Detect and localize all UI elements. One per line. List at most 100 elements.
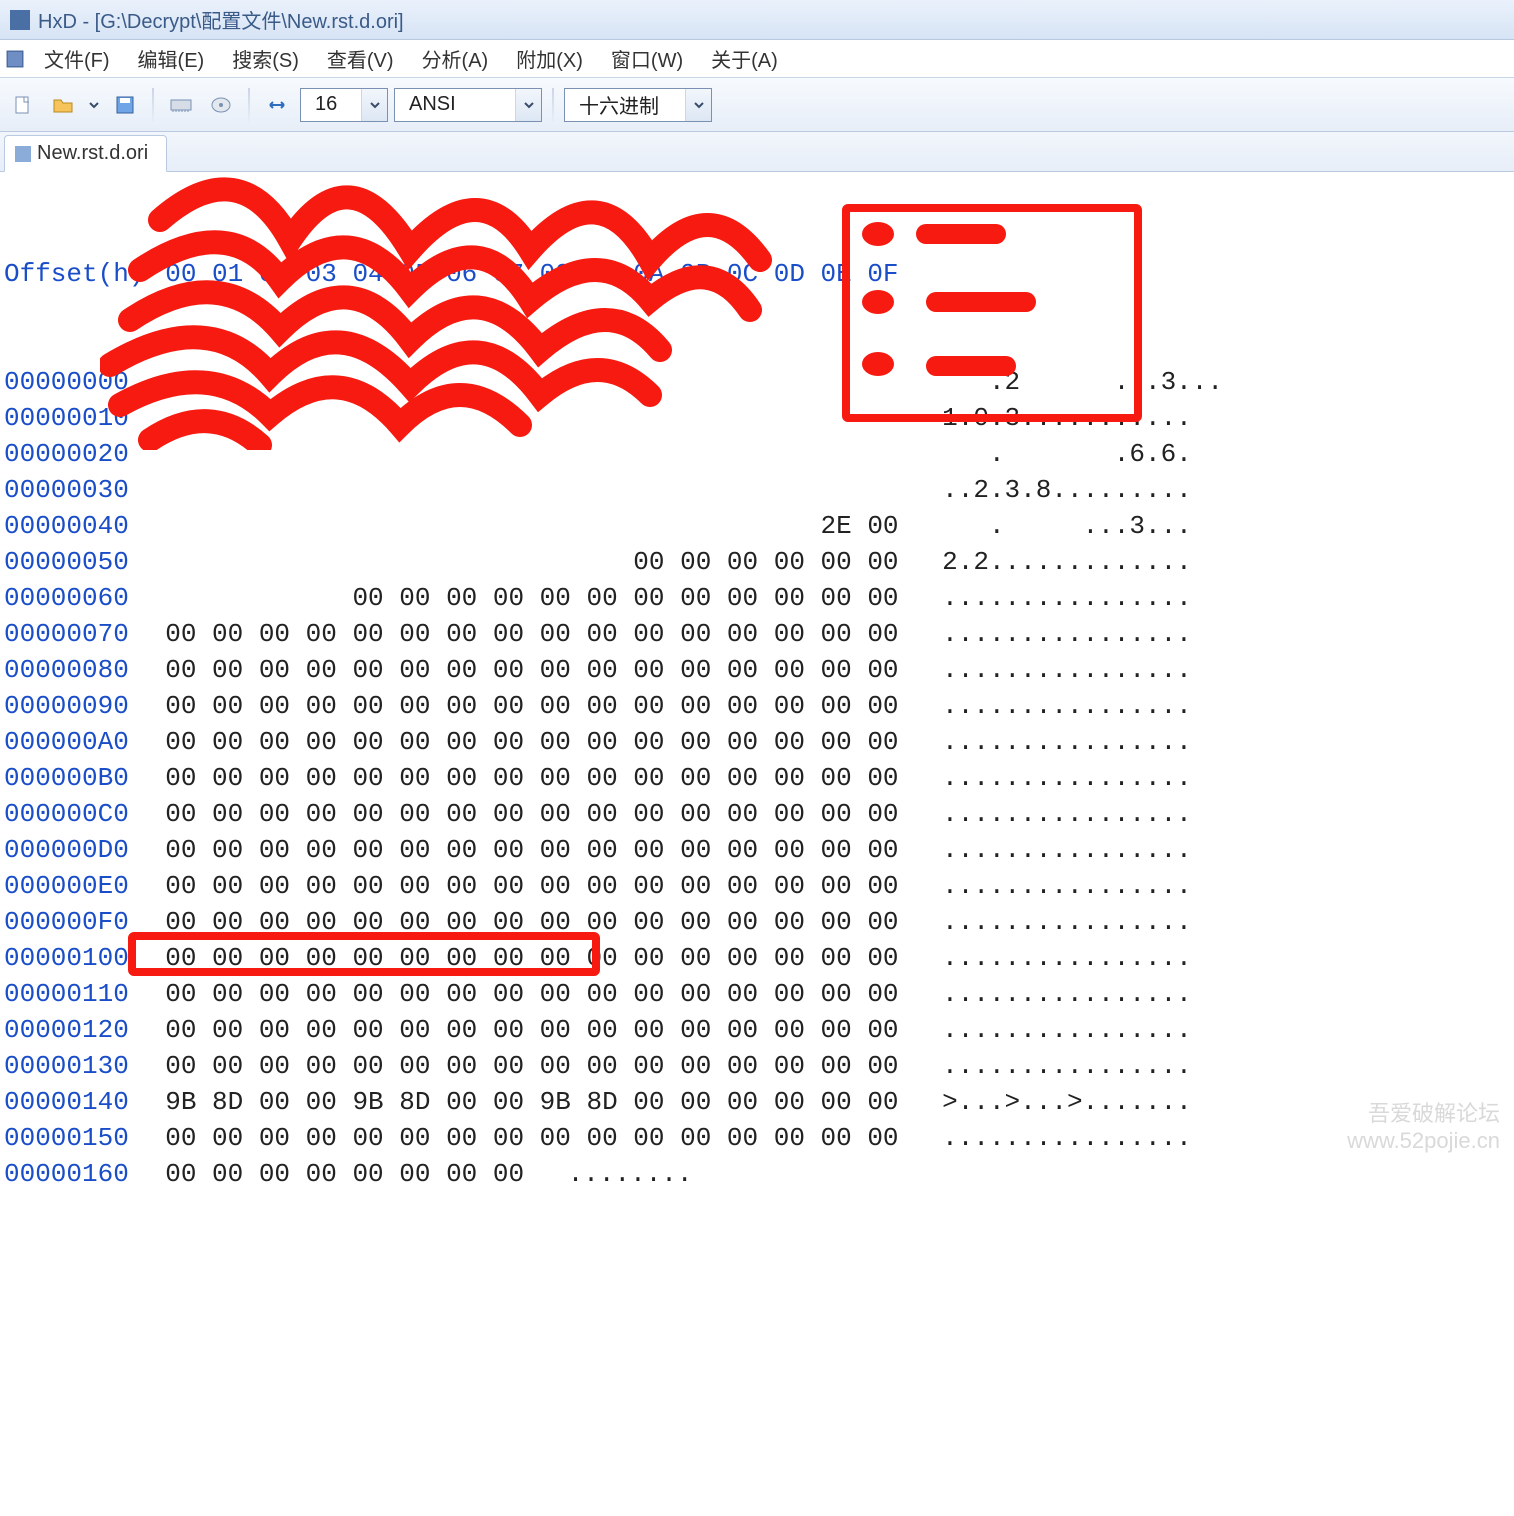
hex-ascii[interactable]: .2 ...3... bbox=[942, 364, 1223, 400]
hex-ascii[interactable]: ................ bbox=[942, 1048, 1192, 1084]
hex-ascii[interactable]: ................ bbox=[942, 616, 1192, 652]
hex-ascii[interactable]: ................ bbox=[942, 1012, 1192, 1048]
hex-bytes[interactable]: 00 00 00 00 00 00 00 00 00 00 00 00 00 0… bbox=[165, 1048, 914, 1084]
file-tab[interactable]: New.rst.d.ori bbox=[4, 135, 167, 172]
hex-row[interactable]: 00000050 00 00 00 00 00 00 2.2..........… bbox=[4, 544, 1514, 580]
hex-bytes[interactable]: 00 00 00 00 00 00 00 00 00 00 00 00 00 0… bbox=[165, 940, 914, 976]
hex-bytes[interactable]: 00 00 00 00 00 00 00 00 00 00 00 00 00 0… bbox=[165, 724, 914, 760]
hex-ascii[interactable]: ................ bbox=[942, 724, 1192, 760]
open-disk-button[interactable] bbox=[204, 88, 238, 122]
menu-analyze[interactable]: 分析(A) bbox=[408, 40, 503, 77]
hex-row[interactable]: 000000A0 00 00 00 00 00 00 00 00 00 00 0… bbox=[4, 724, 1514, 760]
hex-row[interactable]: 00000110 00 00 00 00 00 00 00 00 00 00 0… bbox=[4, 976, 1514, 1012]
hex-offset: 000000E0 bbox=[4, 868, 134, 904]
base-combobox[interactable]: 十六进制 bbox=[564, 88, 712, 122]
menu-search[interactable]: 搜索(S) bbox=[218, 40, 313, 77]
hex-row[interactable]: 000000C0 00 00 00 00 00 00 00 00 00 00 0… bbox=[4, 796, 1514, 832]
hex-offset: 00000000 bbox=[4, 364, 134, 400]
hex-row[interactable]: 00000120 00 00 00 00 00 00 00 00 00 00 0… bbox=[4, 1012, 1514, 1048]
menu-addon[interactable]: 附加(X) bbox=[502, 40, 597, 77]
hex-ascii[interactable]: ................ bbox=[942, 580, 1192, 616]
hex-bytes[interactable]: 00 00 00 00 00 00 bbox=[165, 544, 914, 580]
hex-header-row: Offset(h) 00 01 02 03 04 05 06 07 08 09 … bbox=[4, 256, 1514, 292]
hex-ascii[interactable]: . ...3... bbox=[942, 508, 1192, 544]
encoding-combobox[interactable]: ANSI bbox=[394, 88, 542, 122]
menu-view[interactable]: 查看(V) bbox=[313, 40, 408, 77]
hex-bytes[interactable]: 9B 8D 00 00 9B 8D 00 00 9B 8D 00 00 00 0… bbox=[165, 1084, 914, 1120]
hex-ascii[interactable]: ................ bbox=[942, 796, 1192, 832]
hex-bytes[interactable]: 00 00 00 00 00 00 00 00 00 00 00 00 00 0… bbox=[165, 652, 914, 688]
hex-ascii[interactable]: ........ bbox=[568, 1156, 693, 1192]
menu-about[interactable]: 关于(A) bbox=[697, 40, 792, 77]
toolbar-separator bbox=[248, 88, 250, 122]
hex-row[interactable]: 00000160 00 00 00 00 00 00 00 00 .......… bbox=[4, 1156, 1514, 1192]
hex-ascii[interactable]: ................ bbox=[942, 652, 1192, 688]
hex-bytes[interactable]: 00 00 00 00 00 00 00 00 00 00 00 00 00 0… bbox=[165, 868, 914, 904]
hex-bytes[interactable]: 00 00 00 00 00 00 00 00 00 00 00 00 00 0… bbox=[165, 1120, 914, 1156]
hex-offset: 00000040 bbox=[4, 508, 134, 544]
hex-bytes[interactable]: 00 00 00 00 00 00 00 00 00 00 00 00 00 0… bbox=[165, 796, 914, 832]
hex-row[interactable]: 00000060 00 00 00 00 00 00 00 00 00 00 0… bbox=[4, 580, 1514, 616]
hex-row[interactable]: 00000000 .2 ...3... bbox=[4, 364, 1514, 400]
watermark: 吾爱破解论坛 www.52pojie.cn bbox=[1347, 1101, 1500, 1154]
hex-ascii[interactable]: ................ bbox=[942, 760, 1192, 796]
hex-row[interactable]: 00000100 00 00 00 00 00 00 00 00 00 00 0… bbox=[4, 940, 1514, 976]
hex-bytes[interactable] bbox=[165, 400, 914, 436]
hex-bytes[interactable]: 00 00 00 00 00 00 00 00 bbox=[165, 1156, 539, 1192]
hex-ascii[interactable]: ................ bbox=[942, 688, 1192, 724]
bytes-per-row-combobox[interactable]: 16 bbox=[300, 88, 388, 122]
hex-ascii[interactable]: ................ bbox=[942, 940, 1192, 976]
hex-bytes[interactable]: 00 00 00 00 00 00 00 00 00 00 00 00 00 0… bbox=[165, 1012, 914, 1048]
toolbar-separator bbox=[552, 88, 554, 122]
hex-bytes[interactable]: 00 00 00 00 00 00 00 00 00 00 00 00 00 0… bbox=[165, 832, 914, 868]
open-file-button[interactable] bbox=[46, 88, 80, 122]
hex-row[interactable]: 00000070 00 00 00 00 00 00 00 00 00 00 0… bbox=[4, 616, 1514, 652]
hex-row[interactable]: 00000090 00 00 00 00 00 00 00 00 00 00 0… bbox=[4, 688, 1514, 724]
open-dropdown-button[interactable] bbox=[86, 88, 102, 122]
hex-bytes[interactable]: 00 00 00 00 00 00 00 00 00 00 00 00 00 0… bbox=[165, 616, 914, 652]
hex-editor[interactable]: Offset(h) 00 01 02 03 04 05 06 07 08 09 … bbox=[0, 172, 1514, 1516]
hex-ascii[interactable]: . .6.6. bbox=[942, 436, 1192, 472]
menu-window[interactable]: 窗口(W) bbox=[597, 40, 697, 77]
hex-bytes[interactable]: 00 00 00 00 00 00 00 00 00 00 00 00 00 0… bbox=[165, 904, 914, 940]
hex-ascii[interactable]: >...>...>....... bbox=[942, 1084, 1192, 1120]
hex-row[interactable]: 00000140 9B 8D 00 00 9B 8D 00 00 9B 8D 0… bbox=[4, 1084, 1514, 1120]
hex-ascii[interactable]: ................ bbox=[942, 832, 1192, 868]
hex-bytes[interactable] bbox=[165, 472, 914, 508]
hex-bytes[interactable] bbox=[165, 436, 914, 472]
hex-bytes[interactable] bbox=[165, 364, 914, 400]
menu-edit[interactable]: 编辑(E) bbox=[124, 40, 219, 77]
open-ram-button[interactable] bbox=[164, 88, 198, 122]
hex-row[interactable]: 00000010 1.0.3........... bbox=[4, 400, 1514, 436]
hex-row[interactable]: 000000D0 00 00 00 00 00 00 00 00 00 00 0… bbox=[4, 832, 1514, 868]
hex-ascii[interactable]: ................ bbox=[942, 868, 1192, 904]
hex-ascii[interactable]: ................ bbox=[942, 976, 1192, 1012]
hex-bytes[interactable]: 00 00 00 00 00 00 00 00 00 00 00 00 bbox=[165, 580, 914, 616]
hex-bytes[interactable]: 2E 00 bbox=[165, 508, 914, 544]
hex-ascii[interactable]: ................ bbox=[942, 1120, 1192, 1156]
hex-row[interactable]: 000000B0 00 00 00 00 00 00 00 00 00 00 0… bbox=[4, 760, 1514, 796]
hex-ascii[interactable]: 2.2............. bbox=[942, 544, 1192, 580]
hex-offset: 00000070 bbox=[4, 616, 134, 652]
menu-file[interactable]: 文件(F) bbox=[30, 40, 124, 77]
hex-row[interactable]: 00000040 2E 00 . ...3... bbox=[4, 508, 1514, 544]
hex-ascii[interactable]: ..2.3.8......... bbox=[942, 472, 1192, 508]
hex-row[interactable]: 00000130 00 00 00 00 00 00 00 00 00 00 0… bbox=[4, 1048, 1514, 1084]
titlebar: HxD - [G:\Decrypt\配置文件\New.rst.d.ori] bbox=[0, 0, 1514, 40]
hex-row[interactable]: 000000F0 00 00 00 00 00 00 00 00 00 00 0… bbox=[4, 904, 1514, 940]
menubar: 文件(F) 编辑(E) 搜索(S) 查看(V) 分析(A) 附加(X) 窗口(W… bbox=[0, 40, 1514, 78]
hex-row[interactable]: 00000030 ..2.3.8......... bbox=[4, 472, 1514, 508]
hex-row[interactable]: 00000080 00 00 00 00 00 00 00 00 00 00 0… bbox=[4, 652, 1514, 688]
hex-ascii[interactable]: 1.0.3........... bbox=[942, 400, 1192, 436]
toggle-width-button[interactable] bbox=[260, 88, 294, 122]
new-file-button[interactable] bbox=[6, 88, 40, 122]
hex-row[interactable]: 000000E0 00 00 00 00 00 00 00 00 00 00 0… bbox=[4, 868, 1514, 904]
hex-row[interactable]: 00000020 . .6.6. bbox=[4, 436, 1514, 472]
hex-row[interactable]: 00000150 00 00 00 00 00 00 00 00 00 00 0… bbox=[4, 1120, 1514, 1156]
save-button[interactable] bbox=[108, 88, 142, 122]
bytes-per-row-value: 16 bbox=[301, 93, 361, 116]
hex-bytes[interactable]: 00 00 00 00 00 00 00 00 00 00 00 00 00 0… bbox=[165, 760, 914, 796]
hex-ascii[interactable]: ................ bbox=[942, 904, 1192, 940]
hex-bytes[interactable]: 00 00 00 00 00 00 00 00 00 00 00 00 00 0… bbox=[165, 976, 914, 1012]
hex-bytes[interactable]: 00 00 00 00 00 00 00 00 00 00 00 00 00 0… bbox=[165, 688, 914, 724]
